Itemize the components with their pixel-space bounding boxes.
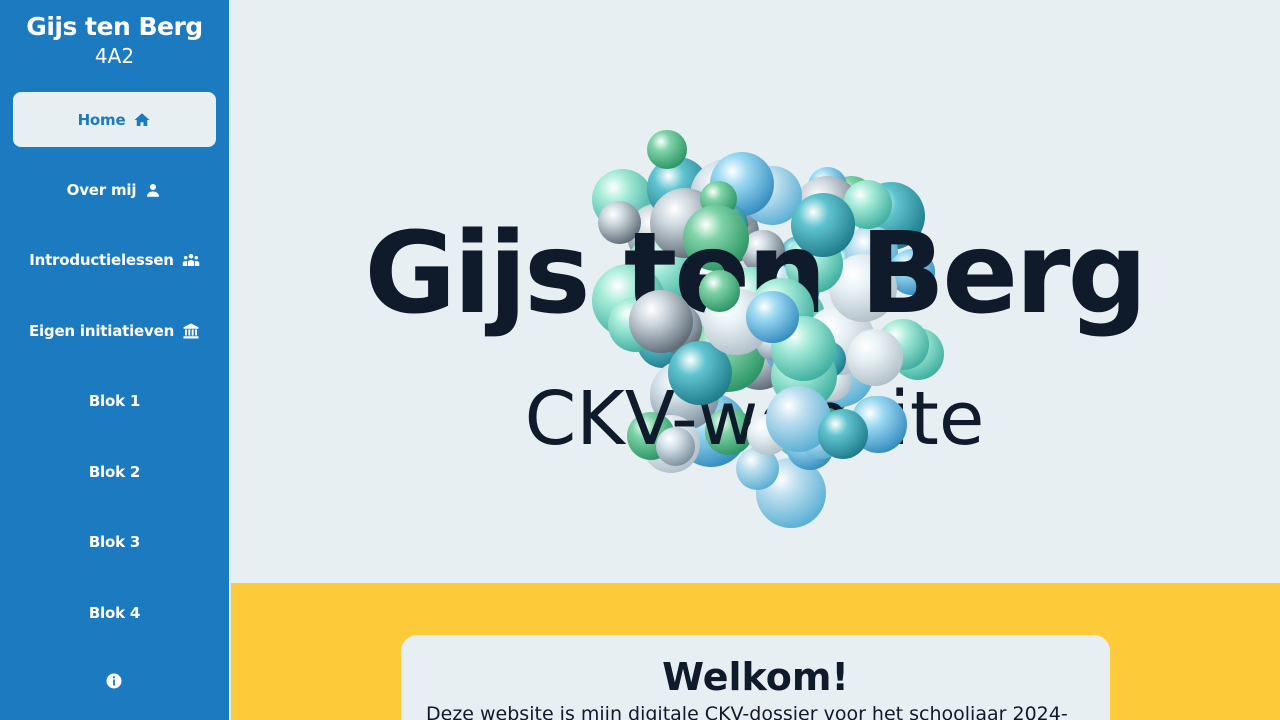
welcome-section: Welkom! Deze website is mijn digitale CK… xyxy=(231,583,1280,720)
sidebar-item-label: Home xyxy=(77,110,126,129)
sidebar-item-blok-2[interactable]: Blok 2 xyxy=(13,444,216,499)
balloon-cluster-foreground xyxy=(554,80,954,530)
hero: Gijs ten Berg CKV-website xyxy=(229,0,1280,583)
balloon xyxy=(817,409,868,460)
sidebar-item-label: Blok 2 xyxy=(88,462,141,481)
group-icon xyxy=(182,253,200,266)
sidebar-class: 4A2 xyxy=(94,44,135,68)
sidebar-item-label: Blok 3 xyxy=(88,532,141,551)
user-icon xyxy=(147,183,160,197)
sidebar-item-label: Introductielessen xyxy=(29,250,174,269)
balloon xyxy=(698,270,741,312)
balloon xyxy=(846,329,903,386)
sidebar-item-home[interactable]: Home xyxy=(13,92,216,147)
sidebar-item-eigen-initiatieven[interactable]: Eigen initiatieven xyxy=(13,303,216,358)
balloon xyxy=(629,289,693,354)
balloon xyxy=(746,290,799,344)
sidebar-item-label: Eigen initiatieven xyxy=(28,321,175,340)
museum-icon xyxy=(183,323,199,338)
home-icon xyxy=(134,112,150,126)
sidebar-item-blok-4[interactable]: Blok 4 xyxy=(13,585,216,640)
welcome-text: Deze website is mijn digitale CKV-dossie… xyxy=(426,703,1068,720)
sidebar-name: Gijs ten Berg xyxy=(26,12,203,41)
sidebar-item-blok-3[interactable]: Blok 3 xyxy=(13,514,216,569)
sidebar-item-blok-1[interactable]: Blok 1 xyxy=(13,373,216,428)
sidebar-item-label: Over mij xyxy=(66,180,137,199)
sidebar-item-label: Blok 4 xyxy=(88,603,141,622)
welcome-card: Welkom! Deze website is mijn digitale CK… xyxy=(401,635,1110,720)
info-icon[interactable] xyxy=(105,672,123,690)
sidebar: Gijs ten Berg 4A2 Home Over mij Introduc… xyxy=(0,0,229,720)
sidebar-item-label: Blok 1 xyxy=(88,391,141,410)
welcome-title: Welkom! xyxy=(662,655,849,699)
sidebar-item-over-mij[interactable]: Over mij xyxy=(13,162,216,217)
sidebar-item-introductielessen[interactable]: Introductielessen xyxy=(13,232,216,287)
